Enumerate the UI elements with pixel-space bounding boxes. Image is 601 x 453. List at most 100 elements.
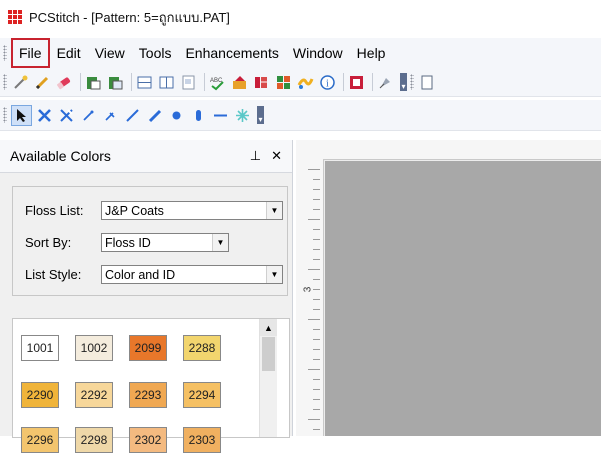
brand-icon[interactable]: [347, 73, 366, 92]
floss-icon[interactable]: [252, 73, 271, 92]
pencil-icon[interactable]: [33, 73, 52, 92]
ruler-tick: [313, 189, 320, 190]
menu-enhancements[interactable]: Enhancements: [178, 42, 285, 64]
color-swatch[interactable]: 2298: [75, 427, 113, 453]
ruler-tick: [313, 329, 320, 330]
grid-icon[interactable]: [135, 73, 154, 92]
color-pick-icon[interactable]: [274, 73, 293, 92]
color-swatch[interactable]: 2290: [21, 382, 59, 408]
quarter-stitch-icon[interactable]: [101, 106, 120, 125]
color-swatch[interactable]: 2303: [183, 427, 221, 453]
chevron-down-icon: ▼: [266, 202, 282, 219]
diagonal-line-icon[interactable]: [145, 106, 164, 125]
title-bar: PCStitch - [Pattern: 5=ถูกแบบ.PAT]: [0, 0, 601, 34]
toolbar-overflow-dropdown[interactable]: ▾: [400, 73, 407, 91]
toolbar-grip-icon[interactable]: [3, 107, 7, 123]
page-icon[interactable]: [179, 73, 198, 92]
columns-icon[interactable]: [157, 73, 176, 92]
menu-grip-icon[interactable]: [3, 45, 7, 61]
left-ruler: 3: [296, 159, 324, 436]
pattern-grid[interactable]: [325, 161, 601, 436]
toolbar-separator: [343, 73, 344, 91]
list-style-dropdown[interactable]: Color and ID ▼: [101, 265, 283, 284]
full-stitch-icon[interactable]: [35, 106, 54, 125]
ruler-tick: [308, 319, 320, 320]
menu-view[interactable]: View: [88, 42, 132, 64]
color-swatch[interactable]: 2302: [129, 427, 167, 453]
scroll-thumb[interactable]: [262, 337, 275, 371]
color-swatch[interactable]: 2099: [129, 335, 167, 361]
pin-panel-icon[interactable]: ⊥: [250, 148, 261, 164]
copy-icon[interactable]: [106, 73, 125, 92]
ruler-tick: [313, 209, 320, 210]
eraser-icon[interactable]: [55, 73, 74, 92]
color-swatch[interactable]: 2288: [183, 335, 221, 361]
list-style-label: List Style:: [25, 267, 82, 282]
chevron-down-icon: ▼: [266, 266, 282, 283]
info-icon[interactable]: i: [318, 73, 337, 92]
ruler-tick: [313, 399, 320, 400]
color-swatch[interactable]: 1002: [75, 335, 113, 361]
half-cross-icon[interactable]: [57, 106, 76, 125]
close-panel-icon[interactable]: ✕: [271, 148, 282, 164]
ruler-tick: [313, 299, 320, 300]
select-arrow-icon[interactable]: [11, 104, 32, 126]
ruler-tick: [313, 179, 320, 180]
ruler-tick: [313, 279, 320, 280]
star-icon[interactable]: [233, 106, 252, 125]
ruler-tick: [313, 289, 320, 290]
toolbar-separator: [80, 73, 81, 91]
ruler-tick: [313, 229, 320, 230]
paste-icon[interactable]: [84, 73, 103, 92]
swatch-scrollbar[interactable]: ▲: [259, 319, 277, 437]
pattern-canvas: 3: [296, 140, 601, 436]
pcstitch-app-icon: [8, 10, 22, 24]
scroll-up-icon[interactable]: ▲: [260, 319, 277, 336]
ruler-tick: [313, 199, 320, 200]
pin-icon[interactable]: [376, 73, 395, 92]
wand-icon[interactable]: [11, 73, 30, 92]
wave-icon[interactable]: [296, 73, 315, 92]
color-swatch[interactable]: 2296: [21, 427, 59, 453]
ruler-tick: [313, 309, 320, 310]
toolbar-separator: [204, 73, 205, 91]
ruler-tick: [313, 349, 320, 350]
menu-help[interactable]: Help: [350, 42, 393, 64]
ruler-tick: [313, 429, 320, 430]
stitch-toolbar: ▾: [0, 100, 601, 131]
backstitch-icon[interactable]: [79, 106, 98, 125]
color-swatch[interactable]: 1001: [21, 335, 59, 361]
available-colors-panel: Available Colors ⊥ ✕ Floss List: J&P Coa…: [0, 140, 293, 453]
palette-icon[interactable]: [230, 73, 249, 92]
menu-window[interactable]: Window: [286, 42, 350, 64]
menu-file[interactable]: File: [11, 38, 50, 68]
top-ruler: [296, 140, 601, 160]
color-swatch[interactable]: 2294: [183, 382, 221, 408]
color-swatch-list: 1001 1002 2099 2288 2290 2292 2293 2294 …: [12, 318, 290, 453]
bead-icon[interactable]: [189, 106, 208, 125]
ruler-tick: [308, 419, 320, 420]
ruler-tick: [313, 249, 320, 250]
toolbar-grip-icon[interactable]: [3, 74, 7, 90]
color-swatch[interactable]: 2293: [129, 382, 167, 408]
straight-line-icon[interactable]: [211, 106, 230, 125]
menu-edit[interactable]: Edit: [50, 42, 88, 64]
ruler-tick: [308, 219, 320, 220]
color-swatch[interactable]: 2292: [75, 382, 113, 408]
menu-tools[interactable]: Tools: [132, 42, 179, 64]
ruler-tick: [313, 339, 320, 340]
abc-spell-icon[interactable]: ABC: [208, 73, 227, 92]
line-icon[interactable]: [123, 106, 142, 125]
ruler-tick: [313, 239, 320, 240]
toolbar-overflow-dropdown[interactable]: ▾: [257, 106, 264, 124]
ruler-label: 3: [302, 286, 314, 293]
ruler-tick: [308, 269, 320, 270]
ruler-tick: [308, 169, 320, 170]
toolbar-grip-icon[interactable]: [410, 74, 414, 90]
toolbar-separator: [372, 73, 373, 91]
new-document-icon[interactable]: [418, 73, 437, 92]
french-knot-icon[interactable]: [167, 106, 186, 125]
ruler-tick: [313, 259, 320, 260]
sort-by-dropdown[interactable]: Floss ID ▼: [101, 233, 229, 252]
floss-list-dropdown[interactable]: J&P Coats ▼: [101, 201, 283, 220]
